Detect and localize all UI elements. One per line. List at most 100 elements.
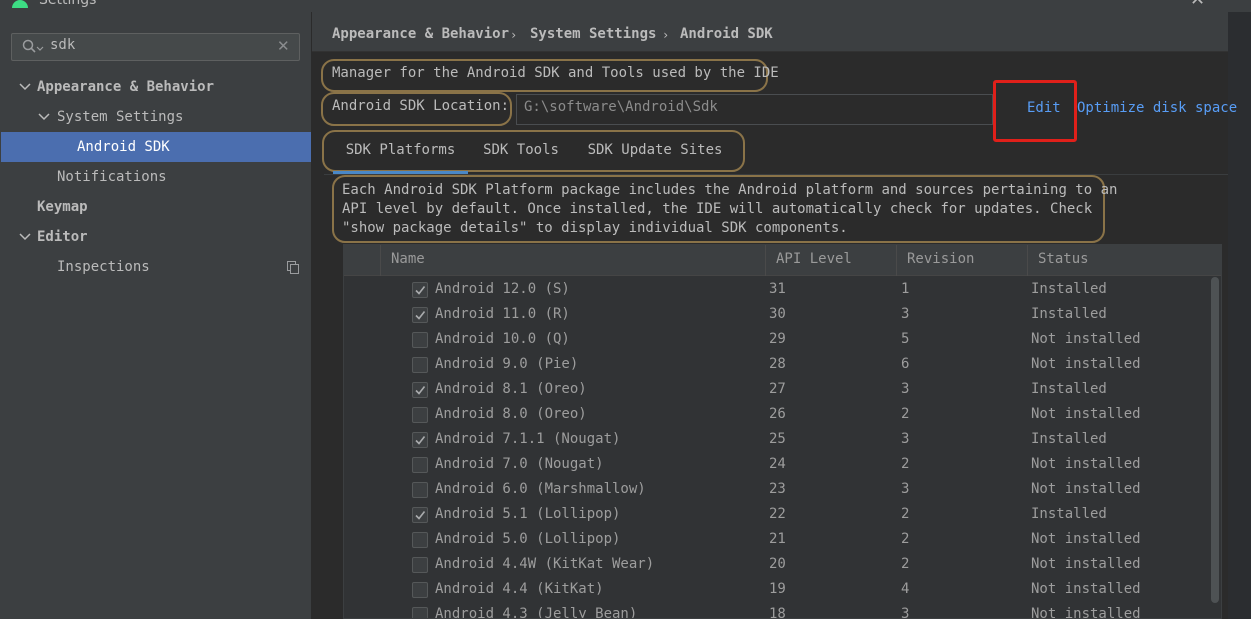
search-field[interactable]: sdk ✕ (11, 33, 300, 61)
table-row[interactable]: Android 7.1.1 (Nougat) 25 3 Installed (344, 427, 1221, 452)
page-subtitle: Manager for the Android SDK and Tools us… (332, 65, 779, 81)
unchecked-checkbox[interactable] (412, 532, 428, 548)
table-scrollbar[interactable] (1211, 277, 1219, 603)
table-row[interactable]: Android 6.0 (Marshmallow) 23 3 Not installe… (344, 477, 1221, 502)
chevron-down-icon[interactable] (18, 222, 32, 252)
search-input[interactable]: sdk (50, 37, 75, 53)
api-level: 23 (769, 481, 786, 497)
table-row[interactable]: Android 5.1 (Lollipop) 22 2 Installed (344, 502, 1221, 527)
sdk-location-value[interactable]: G:\software\Android\Sdk (524, 99, 718, 115)
revision: 6 (901, 356, 910, 372)
table-row[interactable]: Android 12.0 (S) 31 1 Installed (344, 277, 1221, 302)
title-bar: Settings ✕ (0, 0, 1251, 12)
table-row[interactable]: Android 5.0 (Lollipop) 21 2 Not installed (344, 527, 1221, 552)
chevron-right-icon: › (510, 28, 518, 42)
breadcrumb-item: Android SDK (680, 26, 773, 42)
platform-name: Android 7.1.1 (Nougat) (435, 431, 621, 447)
revision: 2 (901, 506, 910, 522)
search-icon[interactable] (22, 39, 44, 55)
chevron-down-icon[interactable] (37, 102, 51, 132)
window-title: Settings (39, 0, 97, 8)
install-status: Not installed (1031, 456, 1141, 472)
breadcrumb-item[interactable]: Appearance & Behavior (332, 26, 509, 42)
close-icon[interactable]: ✕ (1190, 0, 1205, 9)
checked-checkbox[interactable] (412, 282, 428, 298)
api-level: 25 (769, 431, 786, 447)
chevron-down-icon[interactable] (18, 72, 32, 102)
sidebar-item-label: Inspections (57, 259, 150, 275)
checked-checkbox[interactable] (412, 507, 428, 523)
checked-checkbox[interactable] (412, 382, 428, 398)
sdk-location-label: Android SDK Location: (332, 98, 510, 114)
api-level: 19 (769, 581, 786, 597)
api-level: 27 (769, 381, 786, 397)
column-header-name[interactable]: Name (380, 245, 765, 276)
unchecked-checkbox[interactable] (412, 457, 428, 473)
platform-name: Android 4.4 (KitKat) (435, 581, 604, 597)
unchecked-checkbox[interactable] (412, 407, 428, 423)
install-status: Not installed (1031, 406, 1141, 422)
table-row[interactable]: Android 10.0 (Q) 29 5 Not installed (344, 327, 1221, 352)
table-row[interactable]: Android 4.3 (Jelly Bean) 18 3 Not installed (344, 602, 1221, 619)
revision: 2 (901, 456, 910, 472)
unchecked-checkbox[interactable] (412, 557, 428, 573)
optimize-disk-space-link[interactable]: Optimize disk space (1077, 100, 1237, 116)
platform-name: Android 9.0 (Pie) (435, 356, 579, 372)
tab-sdk-update-sites[interactable]: SDK Update Sites (582, 136, 728, 174)
tab-sdk-platforms[interactable]: SDK Platforms (333, 136, 468, 174)
sidebar-item-label: Notifications (57, 169, 167, 185)
api-level: 28 (769, 356, 786, 372)
table-row[interactable]: Android 8.0 (Oreo) 26 2 Not installed (344, 402, 1221, 427)
sdk-platforms-table[interactable]: Name API Level Revision Status Android 1… (343, 244, 1222, 619)
install-status: Not installed (1031, 556, 1141, 572)
revision: 3 (901, 306, 910, 322)
install-status: Installed (1031, 431, 1107, 447)
sidebar-item-appearance-behavior[interactable]: Appearance & Behavior (0, 72, 311, 102)
api-level: 21 (769, 531, 786, 547)
sidebar-item-editor[interactable]: Editor (0, 222, 311, 252)
breadcrumb-item[interactable]: System Settings (530, 26, 656, 42)
unchecked-checkbox[interactable] (412, 482, 428, 498)
revision: 3 (901, 481, 910, 497)
description-line: Each Android SDK Platform package includ… (342, 182, 1118, 198)
sidebar-item-android-sdk[interactable]: Android SDK (1, 132, 311, 162)
sdk-location-field[interactable]: G:\software\Android\Sdk (516, 94, 993, 125)
table-row[interactable]: Android 4.4 (KitKat) 19 4 Not installed (344, 577, 1221, 602)
sidebar-item-system-settings[interactable]: System Settings (0, 102, 311, 132)
revision: 3 (901, 431, 910, 447)
platform-name: Android 12.0 (S) (435, 281, 570, 297)
platform-name: Android 8.1 (Oreo) (435, 381, 587, 397)
checked-checkbox[interactable] (412, 432, 428, 448)
api-level: 26 (769, 406, 786, 422)
table-row[interactable]: Android 7.0 (Nougat) 24 2 Not installed (344, 452, 1221, 477)
platform-name: Android 5.0 (Lollipop) (435, 531, 621, 547)
sidebar-item-notifications[interactable]: Notifications (0, 162, 311, 192)
sidebar-item-keymap[interactable]: Keymap (0, 192, 311, 222)
platform-name: Android 4.3 (Jelly Bean) (435, 606, 638, 619)
sidebar-item-inspections[interactable]: Inspections (0, 252, 311, 282)
revision: 2 (901, 531, 910, 547)
unchecked-checkbox[interactable] (412, 357, 428, 373)
install-status: Installed (1031, 506, 1107, 522)
tab-sdk-tools[interactable]: SDK Tools (473, 136, 569, 174)
checked-checkbox[interactable] (412, 307, 428, 323)
column-header-revision[interactable]: Revision (896, 245, 1027, 276)
sidebar-item-label: Appearance & Behavior (37, 79, 215, 95)
revision: 3 (901, 381, 910, 397)
install-status: Not installed (1031, 581, 1141, 597)
unchecked-checkbox[interactable] (412, 332, 428, 348)
table-row[interactable]: Android 4.4W (KitKat Wear) 20 2 Not install… (344, 552, 1221, 577)
api-level: 31 (769, 281, 786, 297)
table-row[interactable]: Android 8.1 (Oreo) 27 3 Installed (344, 377, 1221, 402)
platform-name: Android 7.0 (Nougat) (435, 456, 604, 472)
install-status: Installed (1031, 381, 1107, 397)
column-header-status[interactable]: Status (1027, 245, 1221, 276)
unchecked-checkbox[interactable] (412, 582, 428, 598)
clear-search-icon[interactable]: ✕ (277, 37, 290, 55)
column-header-api-level[interactable]: API Level (765, 245, 896, 276)
table-row[interactable]: Android 11.0 (R) 30 3 Installed (344, 302, 1221, 327)
table-row[interactable]: Android 9.0 (Pie) 28 6 Not installed (344, 352, 1221, 377)
unchecked-checkbox[interactable] (412, 607, 428, 618)
platform-name: Android 10.0 (Q) (435, 331, 570, 347)
api-level: 18 (769, 606, 786, 619)
